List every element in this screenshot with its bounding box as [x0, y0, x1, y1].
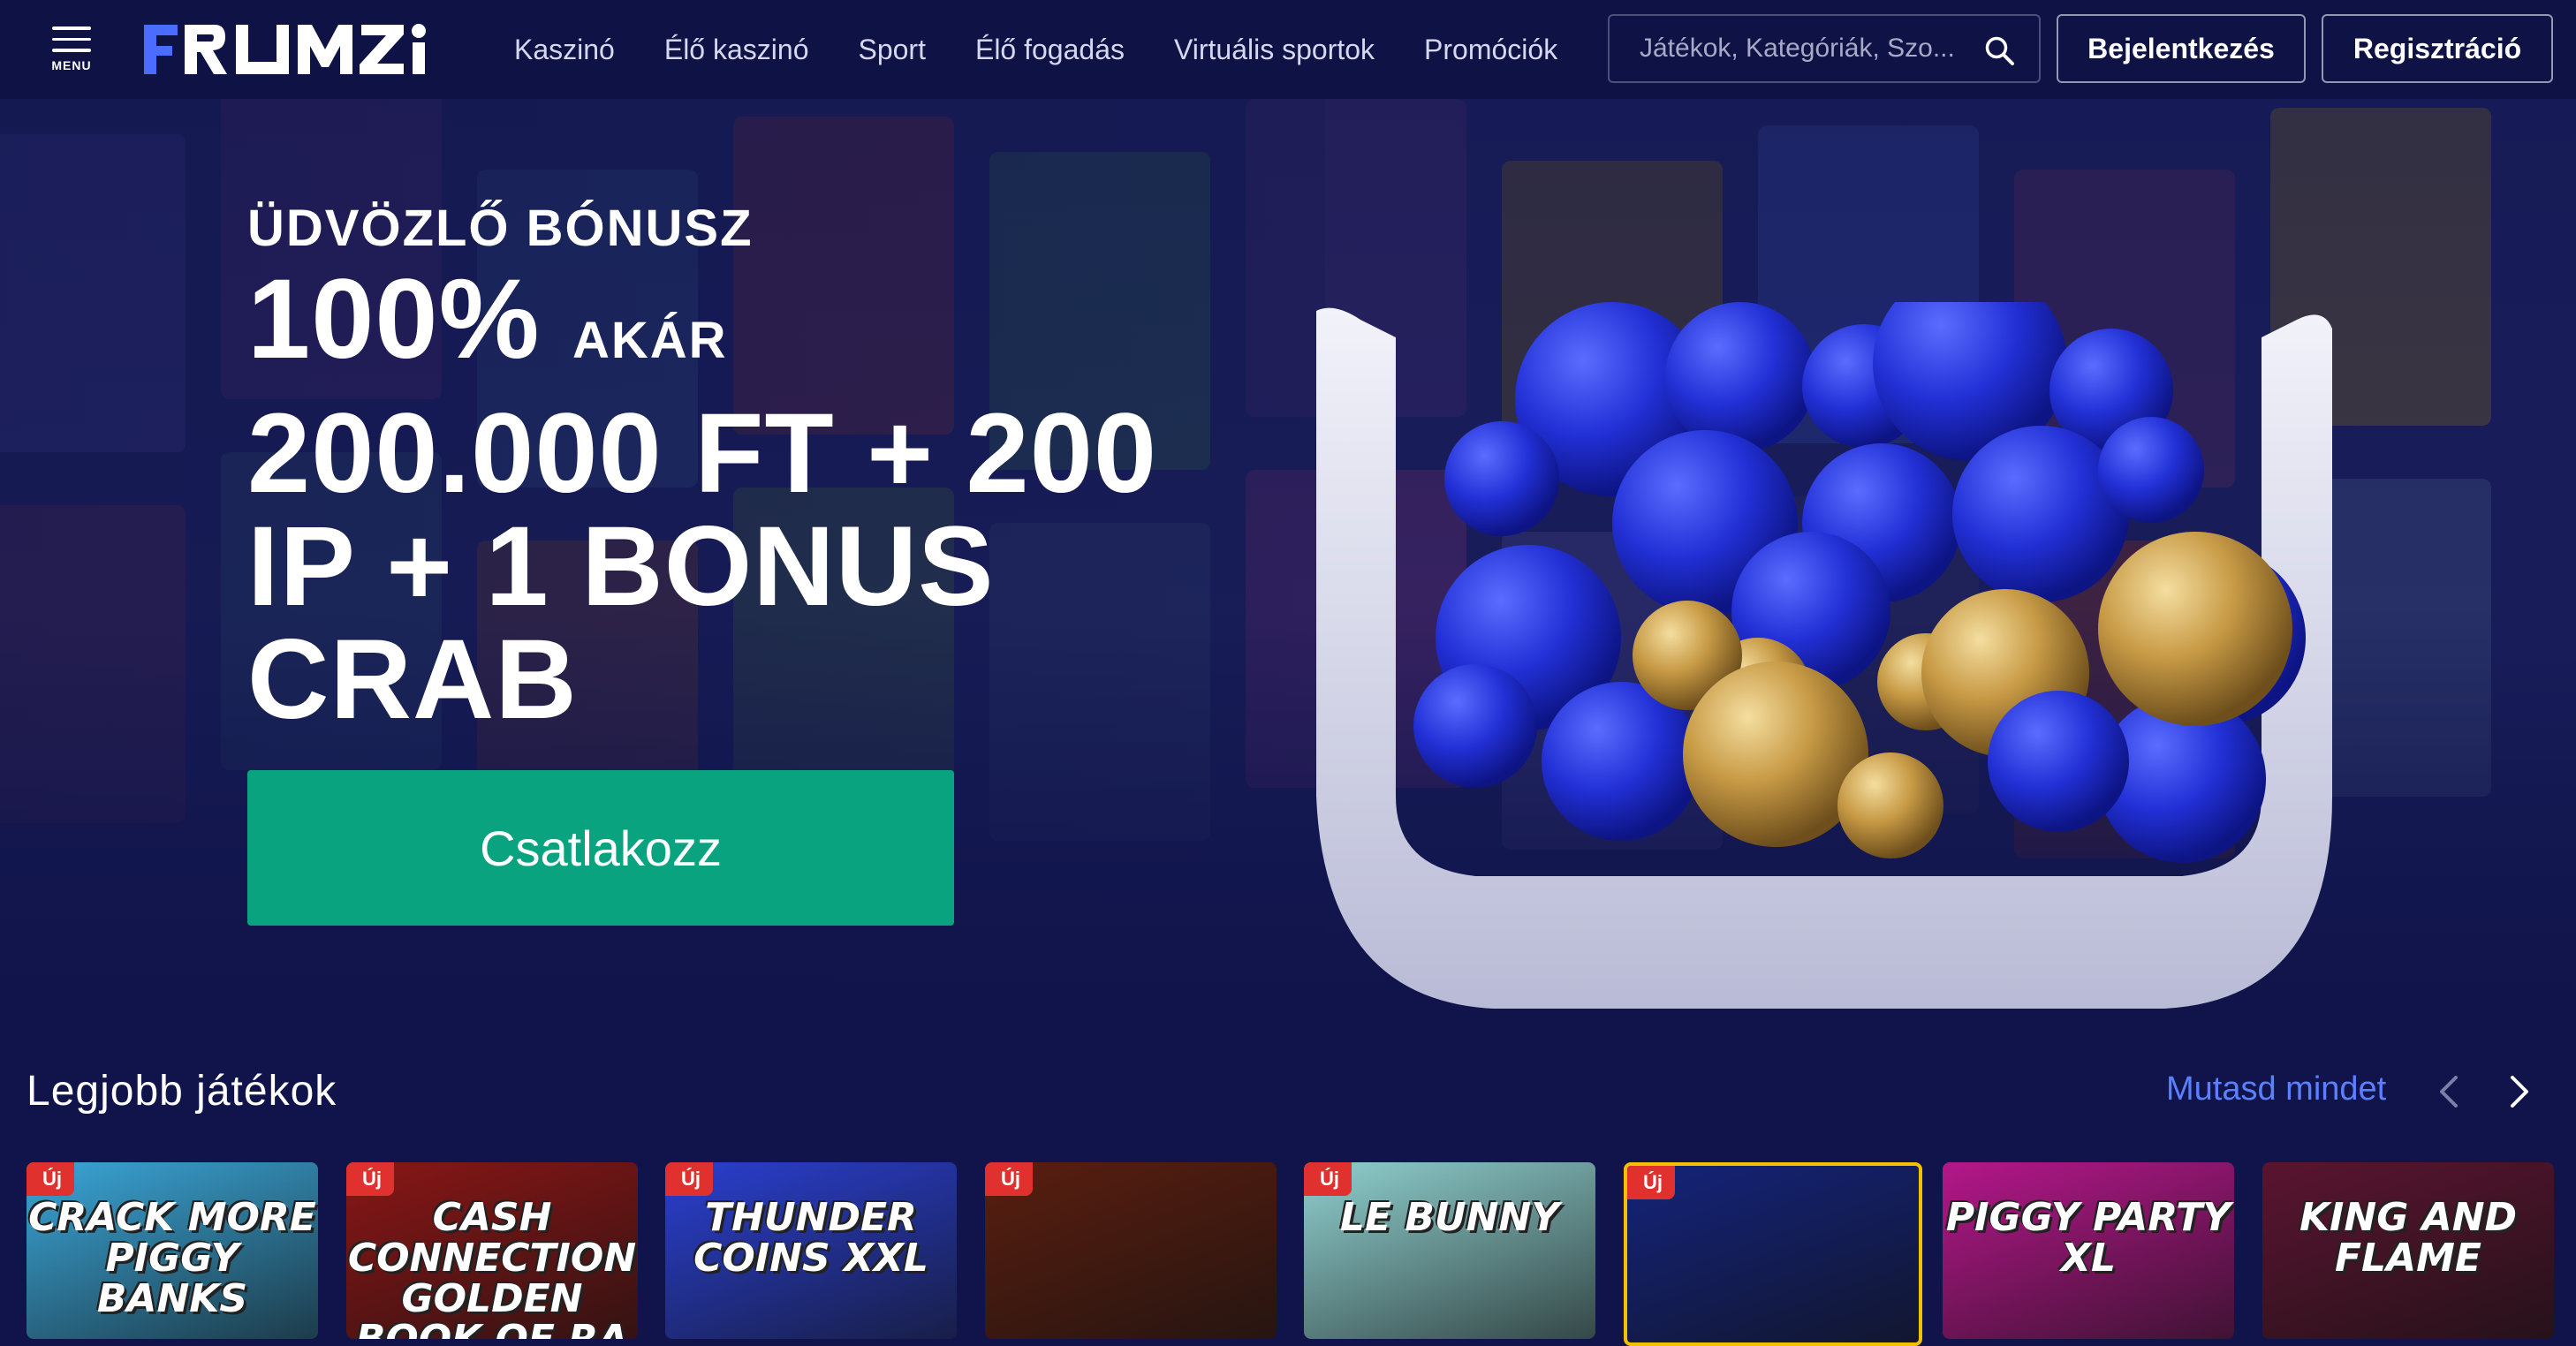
bonus-line-2: 200.000 FT + 200	[247, 390, 1158, 517]
game-title: CASH CONNECTION GOLDEN BOOK OF RA	[347, 1195, 637, 1340]
search-input[interactable]	[1638, 33, 1977, 64]
game-title: KING AND FLAME	[2299, 1195, 2518, 1281]
hero-banner: ÜDVÖZLŐ BÓNUSZ 100% AKÁR 200.000 FT + 20…	[0, 99, 2576, 1026]
game-card[interactable]: CASH CONNECTION GOLDEN BOOK OF RAÚj	[346, 1162, 638, 1339]
register-button[interactable]: Regisztráció	[2322, 14, 2553, 83]
hamburger-icon	[52, 49, 91, 53]
game-card[interactable]: THUNDER COINS XXL Új	[665, 1162, 957, 1339]
search-icon[interactable]	[1984, 35, 2014, 65]
new-badge: Új	[27, 1162, 74, 1196]
hamburger-icon	[52, 26, 91, 30]
game-card[interactable]: KING AND FLAME	[2262, 1162, 2554, 1339]
site-logo[interactable]	[144, 23, 471, 76]
new-badge: Új	[1304, 1162, 1352, 1196]
nav-sport[interactable]: Sport	[858, 34, 925, 66]
game-title: CRACK MORE PIGGY BANKS	[28, 1195, 316, 1321]
welcome-bonus-text: ÜDVÖZLŐ BÓNUSZ 100% AKÁR 200.000 FT + 20…	[247, 203, 1352, 737]
new-badge: Új	[665, 1162, 713, 1196]
bonus-kicker: ÜDVÖZLŐ BÓNUSZ	[247, 200, 754, 257]
game-card[interactable]: PIGGY PARTY XL	[1943, 1162, 2234, 1339]
hamburger-icon	[52, 37, 91, 42]
chevron-right-icon[interactable]	[2502, 1072, 2537, 1111]
chevron-left-icon[interactable]	[2431, 1072, 2466, 1111]
new-badge: Új	[346, 1162, 394, 1196]
menu-label: MENU	[51, 58, 92, 73]
game-title: LE BUNNY	[1339, 1195, 1560, 1240]
menu-button[interactable]: MENU	[49, 26, 94, 72]
nav-casino[interactable]: Kaszinó	[514, 34, 615, 66]
top-header: MENU Kaszinó Élő kaszinó Sport Élő fogad…	[0, 0, 2576, 99]
main-nav: Kaszinó Élő kaszinó Sport Élő fogadás Vi…	[514, 0, 1557, 99]
bonus-up-to: AKÁR	[572, 312, 728, 369]
frumzi-logo-icon	[144, 24, 426, 74]
search-box[interactable]	[1608, 14, 2041, 83]
login-button[interactable]: Bejelentkezés	[2057, 14, 2306, 83]
bonus-percent: 100%	[247, 256, 541, 382]
bonus-line-3: IP + 1 BONUS	[247, 503, 995, 630]
nav-virtual-sports[interactable]: Virtuális sportok	[1174, 34, 1375, 66]
game-card[interactable]: Új	[985, 1162, 1277, 1339]
game-card[interactable]: CRACK MORE PIGGY BANKS Új	[27, 1162, 318, 1339]
new-badge: Új	[1627, 1166, 1675, 1199]
show-all-link[interactable]: Mutasd mindet	[2166, 1070, 2386, 1108]
nav-promotions[interactable]: Promóciók	[1424, 34, 1557, 66]
bonus-line-4: CRAB	[247, 616, 578, 743]
game-card[interactable]: LE BUNNY Új	[1304, 1162, 1595, 1339]
game-card[interactable]: Új	[1624, 1162, 1922, 1346]
game-title: PIGGY PARTY XL	[1945, 1195, 2231, 1281]
bonus-balls-basket-illustration	[1316, 302, 2332, 1010]
section-title-top-games: Legjobb játékok	[27, 1068, 337, 1115]
new-badge: Új	[985, 1162, 1033, 1196]
nav-live-betting[interactable]: Élő fogadás	[975, 34, 1125, 66]
nav-live-casino[interactable]: Élő kaszinó	[664, 34, 809, 66]
join-button[interactable]: Csatlakozz	[247, 770, 954, 926]
bonus-headline: 100% AKÁR 200.000 FT + 200 IP + 1 BONUS …	[247, 263, 1352, 737]
game-title: THUNDER COINS XXL	[693, 1195, 928, 1281]
